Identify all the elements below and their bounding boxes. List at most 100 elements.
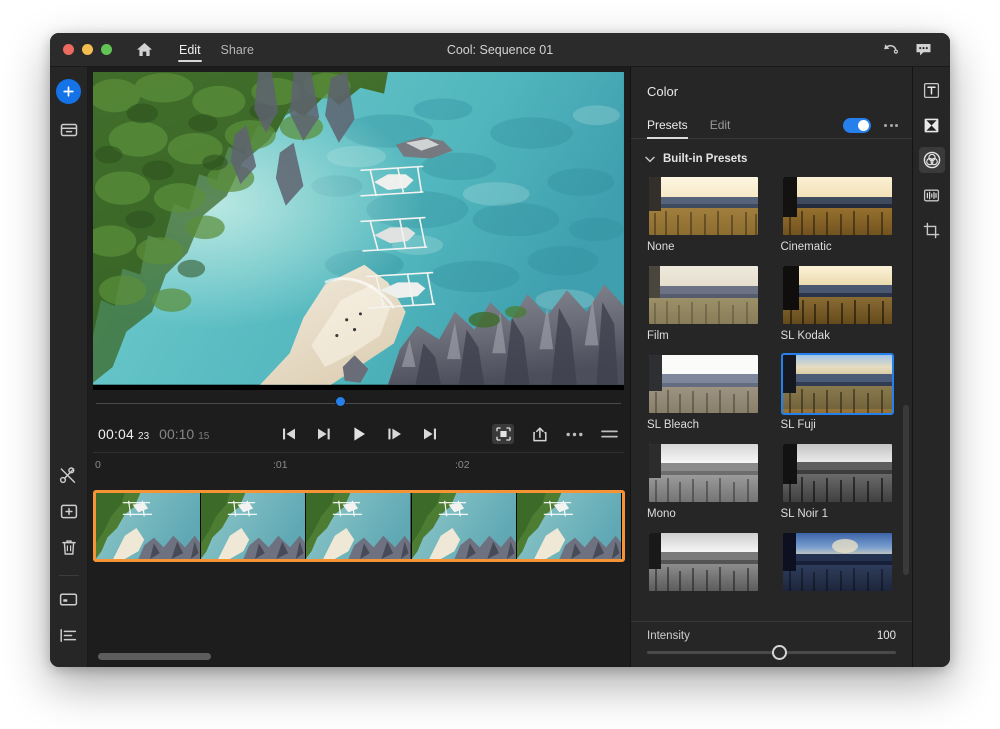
intensity-row: Intensity 100 (647, 630, 896, 642)
home-icon (136, 42, 153, 57)
cut-tool-button[interactable] (55, 461, 83, 489)
preview-options (492, 424, 618, 444)
card-view-button[interactable] (55, 585, 83, 613)
preset-item-sl-kodak[interactable]: SL Kodak (781, 264, 894, 342)
skip-to-end-icon (422, 427, 438, 441)
builtin-presets-label: Built-in Presets (663, 153, 748, 165)
color-tool-button[interactable] (918, 147, 945, 173)
properties-button[interactable] (55, 621, 83, 649)
tab-presets[interactable]: Presets (647, 112, 688, 139)
timeline-scrollbar[interactable] (98, 653, 630, 660)
preset-item-cinematic[interactable]: Cinematic (781, 175, 894, 253)
minimize-window-button[interactable] (82, 44, 93, 55)
ellipsis-icon (889, 123, 893, 127)
preset-item-sl-bleach[interactable]: SL Bleach (647, 353, 760, 431)
more-options-button[interactable] (566, 432, 583, 437)
duration-timecode: 00:10 (159, 426, 195, 442)
fit-screen-icon (495, 427, 511, 441)
tab-edit-label: Edit (179, 42, 201, 57)
editor-area: 00:04 23 00:10 15 0:01:02 (88, 67, 630, 667)
title-bar-actions (882, 42, 950, 57)
text-tool-button[interactable] (919, 77, 945, 103)
home-button[interactable] (133, 39, 155, 61)
audio-tool-button[interactable] (919, 182, 945, 208)
go-to-end-button[interactable] (422, 427, 438, 441)
maximize-window-button[interactable] (101, 44, 112, 55)
preset-preview-image (782, 444, 892, 502)
intensity-slider-track[interactable] (647, 645, 896, 660)
preset-item-mono[interactable]: Mono (647, 442, 760, 520)
media-browser-button[interactable] (55, 116, 83, 144)
preset-label: Film (647, 330, 669, 342)
preset-label: SL Fuji (780, 419, 816, 431)
preset-item-none[interactable]: None (647, 175, 760, 253)
nav-tabs: Edit Share (171, 33, 262, 67)
step-back-button[interactable] (316, 427, 333, 441)
preset-thumbnail (781, 442, 894, 504)
timeline-scrollbar-thumb[interactable] (98, 653, 211, 660)
add-clip-button[interactable] (55, 497, 83, 525)
fit-to-screen-button[interactable] (492, 424, 514, 444)
tab-color-edit[interactable]: Edit (710, 112, 731, 139)
application-window: Edit Share Cool: Sequence 01 00:04 23 00… (50, 33, 950, 667)
preset-item-film[interactable]: Film (647, 264, 760, 342)
panel-more-button[interactable] (884, 123, 898, 127)
export-button[interactable] (532, 426, 548, 442)
intensity-value[interactable]: 100 (877, 630, 896, 642)
timeline-ruler[interactable]: 0 :01 :02 (93, 452, 624, 478)
ellipsis-icon (895, 123, 898, 127)
scrubber-track[interactable] (96, 403, 621, 404)
preset-preview-image (782, 533, 892, 591)
tab-share[interactable]: Share (213, 33, 262, 67)
step-forward-button[interactable] (386, 427, 403, 441)
playhead-handle[interactable] (335, 396, 346, 407)
timeline-clip[interactable] (93, 490, 625, 562)
go-to-start-button[interactable] (281, 427, 297, 441)
preset-grid-scroll[interactable]: None Cinematic Film SL Kodak SL Bleach S… (631, 175, 912, 621)
crop-icon (923, 222, 940, 239)
scrubber[interactable] (93, 390, 624, 416)
timecode-display[interactable]: 00:04 23 00:10 15 (98, 426, 209, 442)
timeline-track-area[interactable] (93, 478, 625, 667)
rail-divider (58, 575, 79, 576)
left-rail-bottom-group (50, 461, 87, 657)
preset-item-row5-right[interactable] (781, 531, 894, 597)
color-enable-toggle[interactable] (843, 117, 871, 133)
video-preview[interactable] (93, 72, 624, 390)
preset-item-sl-fuji[interactable]: SL Fuji (780, 353, 894, 431)
intensity-slider-handle[interactable] (772, 645, 787, 660)
tab-edit[interactable]: Edit (171, 33, 209, 67)
comments-button[interactable] (915, 42, 932, 57)
preset-preview-image (782, 177, 892, 235)
window-controls (50, 44, 112, 55)
preset-item-row5-left[interactable] (647, 531, 760, 597)
preset-item-sl-noir-1[interactable]: SL Noir 1 (781, 442, 894, 520)
panel-title: Color (647, 84, 679, 99)
delete-button[interactable] (55, 533, 83, 561)
preset-panel-scrollbar[interactable] (903, 405, 909, 575)
window-body: 00:04 23 00:10 15 0:01:02 Color Preset… (50, 67, 950, 667)
ruler-label-1: :01 (273, 459, 288, 471)
filmstrip-frame (96, 493, 202, 559)
add-media-button[interactable] (56, 79, 81, 104)
close-window-button[interactable] (63, 44, 74, 55)
undo-button[interactable] (882, 42, 899, 57)
transitions-tool-button[interactable] (919, 112, 945, 138)
tab-color-edit-label: Edit (709, 118, 731, 132)
preset-thumbnail (781, 531, 894, 593)
preset-thumbnail (647, 442, 760, 504)
sliders-icon (601, 428, 618, 440)
play-button[interactable] (352, 426, 367, 442)
preset-label: SL Bleach (647, 419, 699, 431)
settings-button[interactable] (601, 428, 618, 440)
preset-label: Cinematic (780, 241, 832, 253)
builtin-presets-section-header[interactable]: Built-in Presets (631, 139, 912, 175)
timeline: 0 :01 :02 (88, 452, 630, 667)
left-tool-rail (50, 67, 88, 667)
title-bar: Edit Share Cool: Sequence 01 (50, 33, 950, 67)
color-panel: Color Presets Edit Built-in Presets None… (630, 67, 912, 667)
export-icon (532, 426, 548, 442)
preset-thumbnail (781, 175, 894, 237)
step-forward-icon (386, 427, 403, 441)
crop-tool-button[interactable] (919, 217, 945, 243)
